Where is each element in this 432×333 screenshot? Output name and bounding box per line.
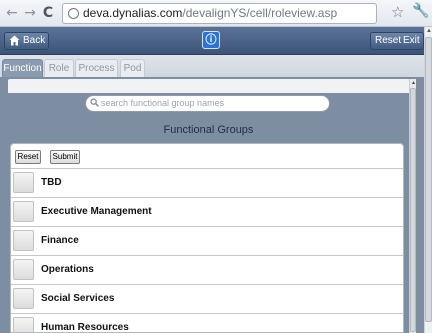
reset-button-label[interactable]: Reset [375, 33, 401, 49]
url-path: /devalignYS/cell/roleview.asp [182, 6, 338, 20]
address-bar[interactable]: deva.dynalias.com/devalignYS/cell/rolevi… [62, 3, 377, 24]
url-domain: deva.dynalias.com [83, 6, 183, 20]
url-text: deva.dynalias.com/devalignYS/cell/rolevi… [83, 6, 337, 20]
back-button-label: Back [23, 35, 46, 46]
group-label: Human Resources [41, 322, 129, 333]
inner-scroll-thumb[interactable] [410, 88, 416, 332]
page-info-icon [68, 8, 79, 19]
list-item[interactable]: Executive Management [11, 197, 403, 226]
list-item[interactable]: Social Services [11, 284, 403, 313]
back-arrow-icon[interactable]: ← [4, 4, 20, 22]
inner-scrollbar[interactable]: ▲ [409, 79, 416, 333]
row-checkbox[interactable] [13, 230, 34, 251]
functional-groups-panel: Reset Submit TBD Executive Management Fi… [10, 143, 404, 333]
reset-button[interactable]: Reset [15, 150, 41, 164]
wrench-icon[interactable]: 🔧 [412, 3, 429, 19]
info-icon[interactable]: ⓘ [202, 31, 220, 49]
inner-scroll-up-icon[interactable]: ▲ [410, 80, 417, 86]
browser-toolbar: ← → C deva.dynalias.com/devalignYS/cell/… [0, 0, 432, 27]
row-checkbox[interactable] [13, 172, 34, 193]
tab-function[interactable]: Function [2, 59, 43, 77]
search-input[interactable]: search functional group names [85, 95, 330, 112]
tab-role[interactable]: Role [44, 59, 74, 77]
group-label: Operations [41, 264, 94, 275]
submit-button[interactable]: Submit [50, 150, 80, 164]
exit-button-label[interactable]: Exit [403, 33, 420, 49]
row-checkbox[interactable] [13, 317, 34, 332]
bookmark-star-icon[interactable]: ☆ [391, 3, 404, 21]
group-label: Social Services [41, 293, 115, 304]
tab-process[interactable]: Process [75, 59, 118, 77]
tab-pod[interactable]: Pod [120, 59, 145, 77]
content-area: ▲ search functional group names Function… [0, 77, 424, 333]
list-item[interactable]: Human Resources [11, 313, 403, 333]
list-item[interactable]: TBD [11, 168, 403, 197]
home-icon [9, 35, 20, 46]
row-checkbox[interactable] [13, 288, 34, 309]
section-title: Functional Groups [163, 124, 254, 136]
inner-top-strip [8, 79, 416, 93]
tab-bar: Function Role Process Pod [0, 55, 424, 77]
reset-exit-button[interactable]: Reset Exit [370, 32, 424, 50]
page-scrollbar[interactable]: ▲ [424, 27, 432, 333]
reload-icon[interactable]: C [40, 4, 56, 22]
scroll-up-icon[interactable]: ▲ [425, 27, 432, 36]
group-label: Executive Management [41, 206, 152, 217]
row-checkbox[interactable] [13, 201, 34, 222]
back-button[interactable]: Back [4, 32, 49, 50]
group-label: TBD [41, 177, 62, 188]
row-checkbox[interactable] [13, 259, 34, 280]
list-item[interactable]: Finance [11, 226, 403, 255]
app-header: Back ⓘ Reset Exit [0, 27, 424, 55]
forward-arrow-icon[interactable]: → [22, 4, 38, 22]
list-item[interactable]: Operations [11, 255, 403, 284]
search-icon [90, 98, 99, 107]
scroll-thumb[interactable] [425, 37, 432, 322]
group-label: Finance [41, 235, 79, 246]
search-placeholder: search functional group names [101, 98, 225, 108]
